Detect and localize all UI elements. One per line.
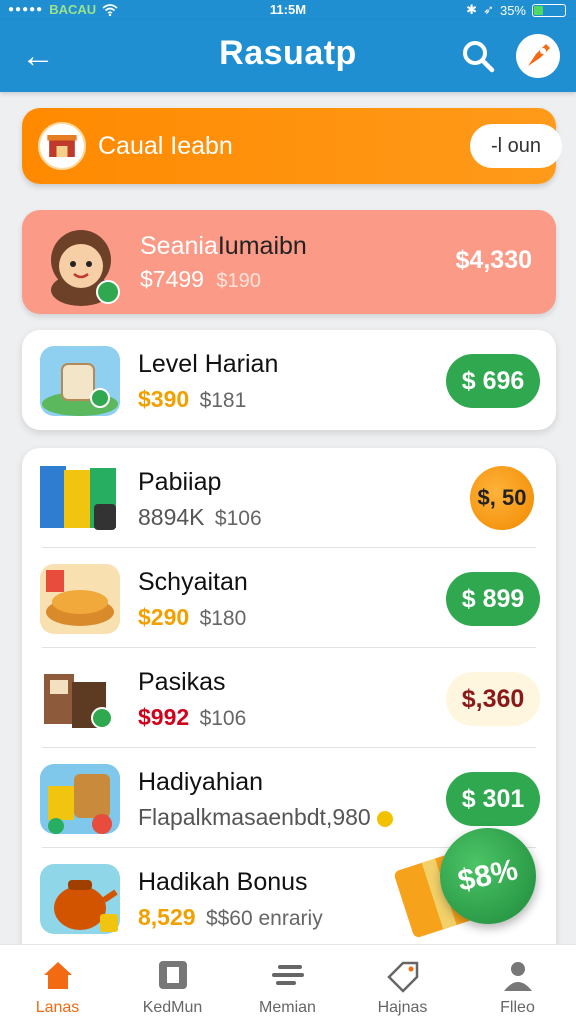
featured-value: $4,330 [455, 246, 532, 274]
featured-title-a: Seania [140, 232, 218, 260]
price-button[interactable]: $,360 [446, 672, 540, 726]
nav-label: Memian [259, 999, 316, 1016]
banner-label: Caual Ieabn [98, 132, 233, 160]
item-price-sub: $180 [199, 607, 247, 630]
app-header: ← Rasuatp [0, 20, 576, 92]
item-price: 8894K $106 [138, 504, 262, 531]
battery-icon [532, 3, 566, 17]
promo-banner[interactable]: Caual Ieabn -l oun [22, 108, 562, 184]
nav-item-home[interactable]: Lanas [0, 953, 115, 1023]
featured-title-b: Iumaibn [217, 232, 307, 260]
box-icon [158, 961, 187, 989]
nav-item-menu[interactable]: Memian [230, 953, 345, 1023]
books-icon [40, 466, 116, 530]
gift-basket-icon [40, 764, 120, 834]
featured-title: SeaniaIumaibn [140, 232, 307, 261]
featured-card[interactable]: SeaniaIumaibn $7499 $190 $4,330 [22, 210, 556, 314]
battery-percent: 35% [499, 2, 526, 18]
tag-icon [386, 961, 418, 993]
home-icon [43, 962, 72, 989]
item-price-sub: $$60 enrariy [205, 907, 323, 930]
boxes-icon [44, 674, 113, 729]
bluetooth-icon: ✱ [466, 2, 478, 17]
banner-button[interactable]: -l oun [470, 124, 562, 168]
item-price-sub: $106 [214, 507, 262, 530]
item-title: Schyaitan [138, 568, 248, 596]
price-button[interactable]: $ 301 [446, 772, 540, 826]
price-coin-button[interactable]: $, 50 [470, 466, 534, 530]
item-price-sub: $106 [199, 707, 247, 730]
list-item[interactable]: Pabiiap 8894K $106 $, 50 [22, 448, 556, 548]
featured-old-price: $190 [216, 270, 261, 292]
item-title: Level Harian [138, 350, 279, 378]
item-price-main: $390 [138, 386, 190, 412]
nav-item-tag[interactable]: Hajnas [345, 953, 460, 1023]
teapot-icon [40, 864, 120, 934]
list-item[interactable]: Schyaitan $290 $180 $ 899 [22, 548, 556, 648]
pancake-icon [40, 564, 120, 634]
rocket-icon[interactable] [516, 34, 560, 78]
featured-prices: $7499 $190 [140, 266, 261, 293]
level-card[interactable]: Level Harian $390 $181 $ 696 [22, 330, 556, 430]
item-price-main: $290 [138, 604, 190, 630]
item-title: Hadikah Bonus [138, 868, 308, 896]
nav-label: KedMun [142, 999, 203, 1016]
item-price-main: 8894K [138, 504, 205, 530]
menu-lines-icon [271, 965, 304, 985]
item-title: Hadiyahian [138, 768, 264, 796]
nav-label: Lanas [35, 999, 80, 1016]
price-button[interactable]: $ 696 [446, 354, 540, 408]
search-icon[interactable] [458, 36, 498, 76]
featured-price: $7499 [140, 266, 204, 292]
price-button[interactable]: $ 899 [446, 572, 540, 626]
item-price-main: $992 [138, 704, 190, 730]
shop-logo-icon [38, 122, 86, 170]
cup-icon [40, 346, 120, 416]
item-price: $992 $106 [138, 704, 246, 731]
item-price-sub: $181 [199, 389, 247, 412]
status-bar: ●●●●● BACAU 11:5M ✱ ➶ 35% [0, 0, 576, 20]
nav-item-profile[interactable]: Flleo [460, 953, 575, 1023]
item-price-main: Flapalkmasaenbdt,980 [138, 804, 371, 830]
item-price: 8,529 $$60 enrariy [138, 904, 323, 931]
bottom-nav: Lanas KedMun Memian Hajnas Flleo [0, 944, 576, 1024]
item-price: $390 $181 [138, 386, 246, 413]
profile-icon [503, 962, 532, 991]
location-icon: ➶ [483, 2, 494, 17]
item-price-main: 8,529 [138, 904, 196, 930]
coin-icon [377, 810, 394, 827]
item-title: Pabiiap [138, 468, 222, 496]
item-title: Pasikas [138, 668, 226, 696]
avatar [51, 230, 120, 306]
nav-item-box[interactable]: KedMun [115, 953, 230, 1023]
nav-label: Flleo [500, 999, 535, 1016]
item-price: $290 $180 [138, 604, 246, 631]
list-item[interactable]: Pasikas $992 $106 $,360 [22, 648, 556, 748]
nav-label: Hajnas [377, 999, 428, 1016]
item-price: Flapalkmasaenbdt,980 [138, 804, 394, 831]
